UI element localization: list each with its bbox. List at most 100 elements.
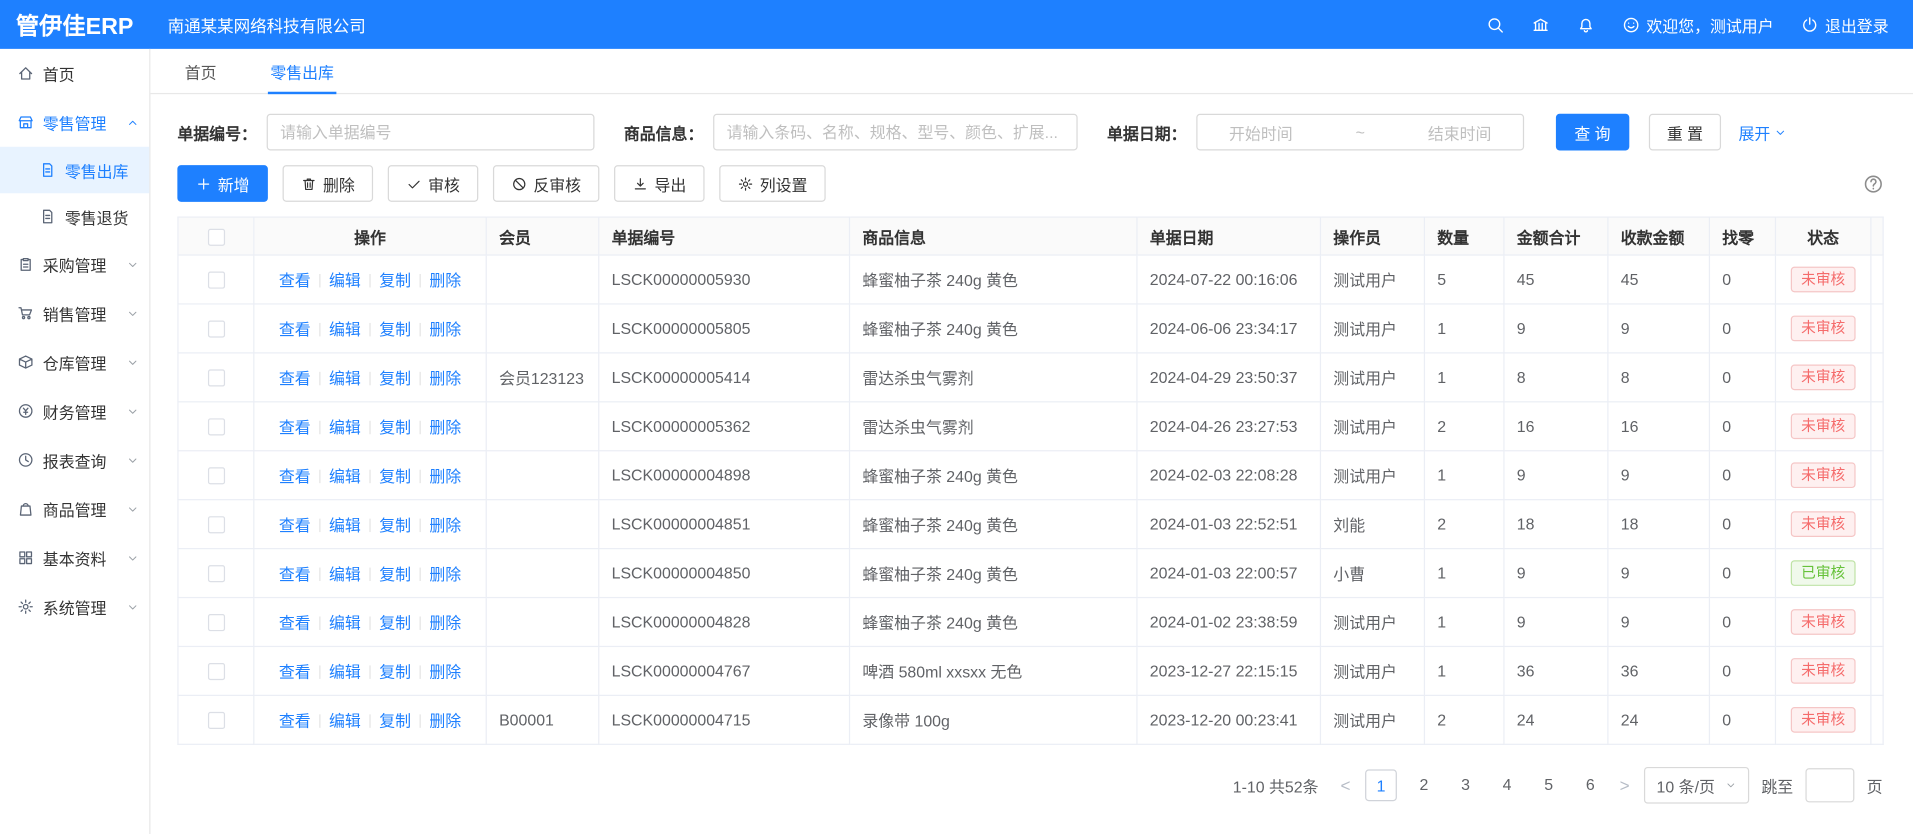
row-checkbox[interactable] [207, 565, 224, 582]
action-delete-link[interactable]: 删除 [429, 712, 461, 730]
sidebar-item-purchase[interactable]: 采购管理 [0, 240, 149, 289]
action-edit-link[interactable]: 编辑 [329, 418, 361, 436]
action-edit-link[interactable]: 编辑 [329, 712, 361, 730]
prev-page-button[interactable]: < [1338, 776, 1353, 796]
page-6-button[interactable]: 6 [1576, 769, 1605, 798]
row-checkbox[interactable] [207, 663, 224, 680]
export-button[interactable]: 导出 [614, 165, 705, 202]
cell-qty: 1 [1424, 598, 1504, 647]
action-edit-link[interactable]: 编辑 [329, 320, 361, 338]
expand-link[interactable]: 展开 [1739, 120, 1788, 143]
page-2-button[interactable]: 2 [1409, 769, 1438, 798]
sidebar-item-retail[interactable]: 零售管理 [0, 98, 149, 147]
action-view-link[interactable]: 查看 [279, 320, 311, 338]
action-view-link[interactable]: 查看 [279, 663, 311, 681]
sidebar-item-sales[interactable]: 销售管理 [0, 289, 149, 338]
building-icon[interactable] [1531, 15, 1549, 33]
row-checkbox[interactable] [207, 419, 224, 436]
user-menu[interactable]: 欢迎您，测试用户 [1622, 13, 1774, 36]
page-5-button[interactable]: 5 [1534, 769, 1563, 798]
jump-page-input[interactable] [1805, 768, 1854, 802]
search-button[interactable]: 查 询 [1556, 114, 1629, 151]
bill-date-range-input[interactable]: 开始时间 ~ 结束时间 [1196, 114, 1524, 151]
tab-retail-outbound[interactable]: 零售出库 [268, 49, 337, 93]
action-copy-link[interactable]: 复制 [379, 614, 411, 632]
action-delete-link[interactable]: 删除 [429, 614, 461, 632]
action-view-link[interactable]: 查看 [279, 418, 311, 436]
page-1-button[interactable]: 1 [1365, 769, 1397, 801]
cell-received: 9 [1608, 549, 1710, 598]
columns-button[interactable]: 列设置 [719, 165, 825, 202]
action-delete-link[interactable]: 删除 [429, 663, 461, 681]
sidebar-item-warehouse[interactable]: 仓库管理 [0, 338, 149, 387]
sidebar-item-reports[interactable]: 报表查询 [0, 435, 149, 484]
next-page-button[interactable]: > [1617, 776, 1632, 796]
select-all-checkbox[interactable] [207, 228, 224, 245]
product-info-input[interactable] [713, 114, 1078, 151]
action-edit-link[interactable]: 编辑 [329, 516, 361, 534]
shop-icon [17, 114, 34, 131]
pagination: 1-10 共52条 < 123456 > 10 条/页 跳至 页 [177, 767, 1882, 804]
action-copy-link[interactable]: 复制 [379, 320, 411, 338]
sidebar-item-home[interactable]: 首页 [0, 49, 149, 98]
page-3-button[interactable]: 3 [1451, 769, 1480, 798]
action-view-link[interactable]: 查看 [279, 369, 311, 387]
row-checkbox[interactable] [207, 517, 224, 534]
row-checkbox[interactable] [207, 370, 224, 387]
action-edit-link[interactable]: 编辑 [329, 272, 361, 290]
sidebar-item-retail-return[interactable]: 零售退货 [0, 193, 149, 239]
reset-button[interactable]: 重 置 [1648, 114, 1721, 151]
sidebar-item-finance[interactable]: 财务管理 [0, 387, 149, 436]
action-copy-link[interactable]: 复制 [379, 712, 411, 730]
action-delete-link[interactable]: 删除 [429, 565, 461, 583]
sidebar-item-system[interactable]: 系统管理 [0, 582, 149, 631]
action-delete-link[interactable]: 删除 [429, 320, 461, 338]
action-delete-link[interactable]: 删除 [429, 272, 461, 290]
search-icon[interactable] [1486, 15, 1504, 33]
action-copy-link[interactable]: 复制 [379, 369, 411, 387]
action-delete-link[interactable]: 删除 [429, 516, 461, 534]
action-view-link[interactable]: 查看 [279, 467, 311, 485]
action-edit-link[interactable]: 编辑 [329, 565, 361, 583]
page-size-select[interactable]: 10 条/页 [1644, 767, 1749, 804]
action-view-link[interactable]: 查看 [279, 614, 311, 632]
bell-icon[interactable] [1577, 15, 1595, 33]
page-4-button[interactable]: 4 [1492, 769, 1521, 798]
action-edit-link[interactable]: 编辑 [329, 663, 361, 681]
audit-button[interactable]: 审核 [388, 165, 479, 202]
row-checkbox[interactable] [207, 614, 224, 631]
unaudit-button[interactable]: 反审核 [493, 165, 599, 202]
row-checkbox[interactable] [207, 712, 224, 729]
row-checkbox[interactable] [207, 272, 224, 289]
action-delete-link[interactable]: 删除 [429, 467, 461, 485]
action-copy-link[interactable]: 复制 [379, 467, 411, 485]
action-separator [319, 274, 320, 287]
action-edit-link[interactable]: 编辑 [329, 614, 361, 632]
action-delete-link[interactable]: 删除 [429, 369, 461, 387]
row-checkbox[interactable] [207, 468, 224, 485]
action-copy-link[interactable]: 复制 [379, 565, 411, 583]
bill-no-input[interactable] [267, 114, 595, 151]
sidebar-item-retail-outbound[interactable]: 零售出库 [0, 147, 149, 193]
row-checkbox[interactable] [207, 321, 224, 338]
help-icon[interactable] [1863, 173, 1884, 194]
action-view-link[interactable]: 查看 [279, 565, 311, 583]
action-edit-link[interactable]: 编辑 [329, 369, 361, 387]
delete-button[interactable]: 删除 [283, 165, 374, 202]
action-view-link[interactable]: 查看 [279, 712, 311, 730]
cell-select [178, 549, 254, 598]
action-copy-link[interactable]: 复制 [379, 272, 411, 290]
logout-button[interactable]: 退出登录 [1801, 13, 1889, 36]
sidebar-item-goods[interactable]: 商品管理 [0, 484, 149, 533]
action-copy-link[interactable]: 复制 [379, 663, 411, 681]
add-button[interactable]: 新增 [177, 165, 268, 202]
table-row: 查看编辑复制删除LSCK00000004851蜂蜜柚子茶 240g 黄色2024… [178, 500, 1883, 549]
sidebar-item-basic[interactable]: 基本资料 [0, 533, 149, 582]
action-edit-link[interactable]: 编辑 [329, 467, 361, 485]
action-copy-link[interactable]: 复制 [379, 516, 411, 534]
action-copy-link[interactable]: 复制 [379, 418, 411, 436]
tab-home[interactable]: 首页 [182, 49, 219, 93]
action-delete-link[interactable]: 删除 [429, 418, 461, 436]
action-view-link[interactable]: 查看 [279, 516, 311, 534]
action-view-link[interactable]: 查看 [279, 272, 311, 290]
